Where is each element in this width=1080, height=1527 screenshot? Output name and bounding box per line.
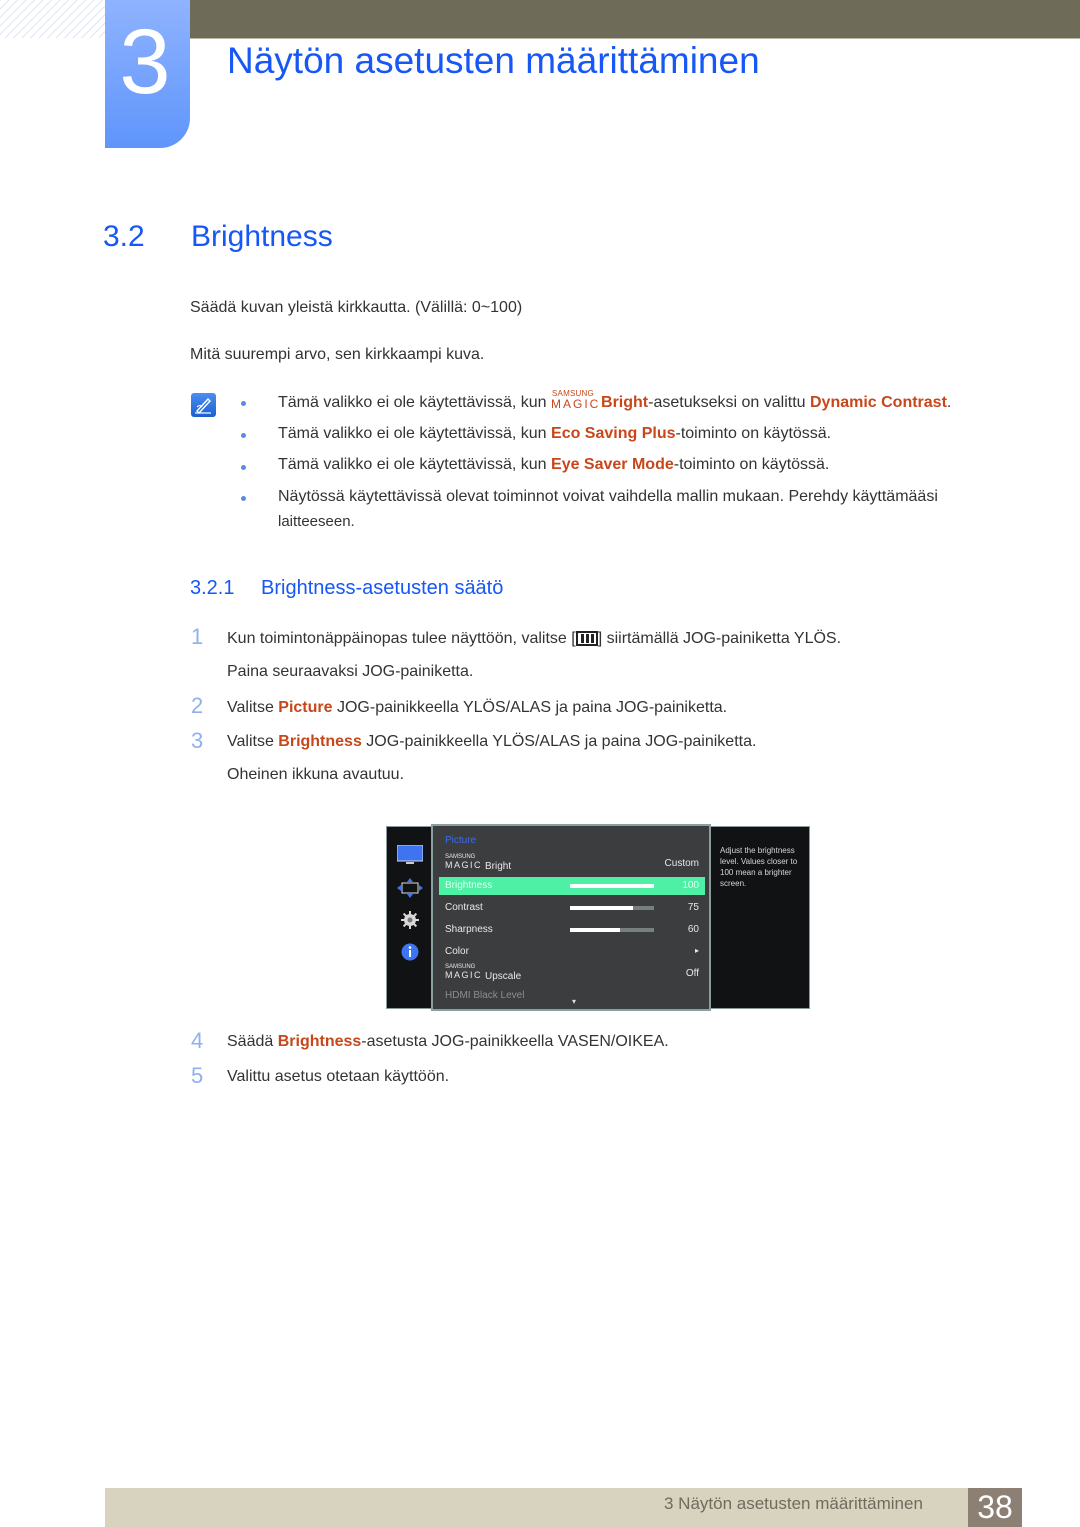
submenu-arrow-icon: ▸ xyxy=(694,946,699,955)
subsection-title: Brightness-asetusten säätö xyxy=(261,577,504,599)
slider-fill xyxy=(570,906,633,910)
note-pencil-icon xyxy=(191,393,216,417)
header-hatch-decoration xyxy=(0,0,106,38)
samsung-magic-logo: SAMSUNG MAGIC xyxy=(551,389,601,411)
intro-paragraph: Mitä suurempi arvo, sen kirkkaampi kuva. xyxy=(190,346,485,363)
page-number: 38 xyxy=(968,1488,1022,1527)
resize-arrows-icon[interactable] xyxy=(397,878,423,898)
osd-menu-title: Picture xyxy=(445,835,477,846)
section-number: 3.2 xyxy=(103,220,145,253)
bullet-icon xyxy=(241,465,246,470)
osd-row-sharpness[interactable]: Sharpness 60 xyxy=(439,921,705,939)
osd-row-magic-upscale[interactable]: SAMSUNG MAGIC Upscale Off xyxy=(439,964,705,983)
osd-side-menu xyxy=(386,826,432,1009)
step-text: Valitse Brightness JOG-painikkeella YLÖS… xyxy=(227,733,757,750)
samsung-magic-logo: SAMSUNG MAGIC xyxy=(445,854,483,870)
step-number: 3 xyxy=(191,728,204,753)
info-icon[interactable] xyxy=(401,943,419,961)
step-text: Valittu asetus otetaan käyttöön. xyxy=(227,1068,450,1085)
step-number: 1 xyxy=(191,624,204,649)
brightness-slider[interactable] xyxy=(570,884,654,888)
subsection-number: 3.2.1 xyxy=(190,577,235,599)
gear-icon[interactable] xyxy=(401,911,419,929)
step-text-continuation: Paina seuraavaksi JOG-painiketta. xyxy=(227,663,474,680)
header-bar xyxy=(190,0,1080,39)
subsection-heading: 3.2.1 Brightness-asetusten säätö xyxy=(190,577,503,600)
step-number: 4 xyxy=(191,1028,204,1053)
osd-row-contrast[interactable]: Contrast 75 xyxy=(439,899,705,917)
intro-paragraph: Säädä kuvan yleistä kirkkautta. (Välillä… xyxy=(190,299,523,316)
note-item: Tämä valikko ei ole käytettävissä, kun S… xyxy=(278,389,952,411)
osd-picture-menu: Picture SAMSUNG MAGIC Bright Custom Bright… xyxy=(431,824,711,1011)
osd-help-panel: Adjust the brightness level. Values clos… xyxy=(710,826,810,1009)
step-number: 5 xyxy=(191,1063,204,1088)
chapter-number-box: 3 xyxy=(105,0,190,148)
contrast-slider[interactable] xyxy=(570,906,654,910)
monitor-icon[interactable] xyxy=(397,845,423,867)
bullet-icon xyxy=(241,401,246,406)
osd-row-magic-bright[interactable]: SAMSUNG MAGIC Bright Custom xyxy=(439,854,705,873)
note-item: Tämä valikko ei ole käytettävissä, kun E… xyxy=(278,425,832,442)
sharpness-slider[interactable] xyxy=(570,928,654,932)
slider-fill xyxy=(570,928,621,932)
step-text-continuation: Oheinen ikkuna avautuu. xyxy=(227,766,405,783)
section-title: Brightness xyxy=(191,220,333,253)
osd-row-color[interactable]: Color ▸ xyxy=(439,943,705,961)
step-number: 2 xyxy=(191,693,204,718)
note-item: Tämä valikko ei ole käytettävissä, kun E… xyxy=(278,456,830,473)
step-text: Säädä Brightness-asetusta JOG-painikkeel… xyxy=(227,1033,669,1050)
osd-row-brightness[interactable]: Brightness 100 xyxy=(439,877,705,895)
step-text: Kun toimintonäppäinopas tulee näyttöön, … xyxy=(227,630,842,647)
bullet-icon xyxy=(241,496,246,501)
step-text: Valitse Picture JOG-painikkeella YLÖS/AL… xyxy=(227,699,728,716)
samsung-magic-logo: SAMSUNG MAGIC xyxy=(445,964,483,980)
scroll-down-icon[interactable]: ▾ xyxy=(572,997,576,1006)
bullet-icon xyxy=(241,433,246,438)
note-item-continuation: laitteeseen. xyxy=(278,513,355,530)
footer-chapter-title: 3 Näytön asetusten määrittäminen xyxy=(664,1494,923,1513)
note-item: Näytössä käytettävissä olevat toiminnot … xyxy=(278,488,938,505)
slider-fill xyxy=(570,884,654,888)
chapter-number: 3 xyxy=(119,11,171,113)
osd-help-text: Adjust the brightness level. Values clos… xyxy=(720,846,798,888)
menu-icon xyxy=(575,631,598,646)
chapter-title: Näytön asetusten määrittäminen xyxy=(227,40,760,81)
